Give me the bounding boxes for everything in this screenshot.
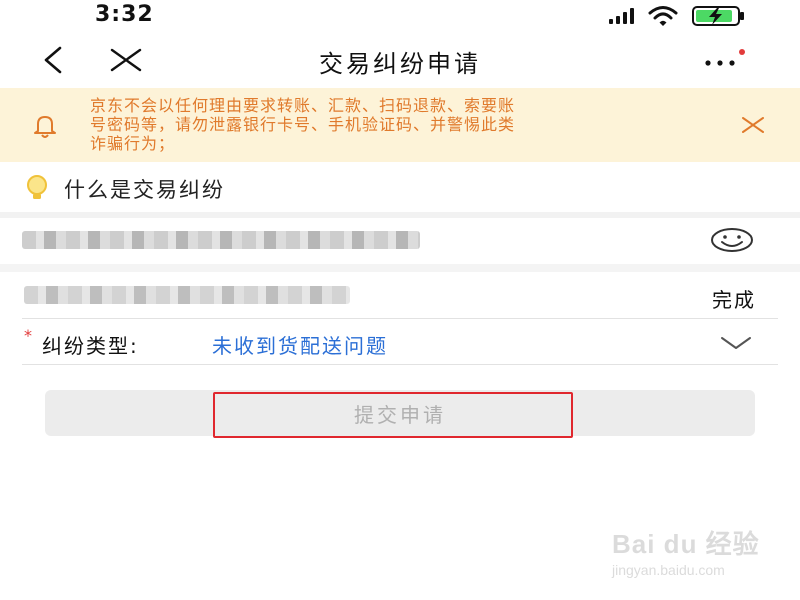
notice-line: 号密码等，请勿泄露银行卡号、手机验证码、并警惕此类 bbox=[90, 115, 516, 134]
dispute-type-row[interactable]: * 纠纷类型: 未收到货配送问题 bbox=[0, 318, 800, 364]
watermark-url: jingyan.baidu.com bbox=[612, 562, 725, 578]
blurred-item-info bbox=[24, 286, 350, 304]
dispute-type-select[interactable]: 未收到货配送问题 bbox=[212, 330, 388, 359]
status-bar: 3:32 bbox=[0, 0, 800, 34]
notice-text: 京东不会以任何理由要求转账、汇款、扫码退款、索要账 号密码等，请勿泄露银行卡号、… bbox=[90, 96, 720, 153]
required-mark: * bbox=[24, 326, 32, 345]
bell-icon bbox=[34, 116, 56, 138]
faq-link[interactable]: 什么是交易纠纷 bbox=[64, 174, 225, 204]
blurred-order-info bbox=[22, 231, 420, 249]
status-time: 3:32 bbox=[95, 2, 154, 27]
watermark-logo: Bai du 经验 bbox=[612, 529, 760, 559]
page-title: 交易纠纷申请 bbox=[319, 50, 481, 78]
baidu-jingyan-watermark: Bai du 经验 jingyan.baidu.com bbox=[612, 514, 772, 586]
chat-bubble-icon[interactable] bbox=[708, 226, 756, 256]
more-icon[interactable] bbox=[698, 46, 750, 76]
fraud-notice-banner: 京东不会以任何理由要求转账、汇款、扫码退款、索要账 号密码等，请勿泄露银行卡号、… bbox=[0, 88, 800, 162]
battery-charging-icon bbox=[692, 6, 744, 26]
wifi-icon bbox=[648, 6, 678, 26]
dispute-type-label: 纠纷类型: bbox=[42, 334, 139, 358]
submit-button[interactable]: 提交申请 bbox=[45, 390, 755, 436]
notice-line: 京东不会以任何理由要求转账、汇款、扫码退款、索要账 bbox=[90, 96, 516, 115]
status-icons bbox=[609, 5, 748, 27]
faq-link-row[interactable]: 什么是交易纠纷 bbox=[0, 162, 800, 212]
cellular-signal-icon bbox=[609, 8, 634, 24]
nav-bar: 交易纠纷申请 bbox=[0, 34, 800, 88]
order-info-row bbox=[0, 218, 800, 264]
close-icon[interactable] bbox=[738, 110, 768, 140]
lightbulb-icon bbox=[27, 175, 47, 199]
done-button[interactable]: 完成 bbox=[712, 284, 756, 313]
notice-line: 诈骗行为； bbox=[90, 134, 176, 153]
divider bbox=[22, 364, 778, 365]
section-gap bbox=[0, 264, 800, 272]
chevron-down-icon[interactable] bbox=[718, 330, 754, 356]
item-info-row: 完成 bbox=[0, 272, 800, 318]
submit-button-label: 提交申请 bbox=[354, 404, 446, 427]
